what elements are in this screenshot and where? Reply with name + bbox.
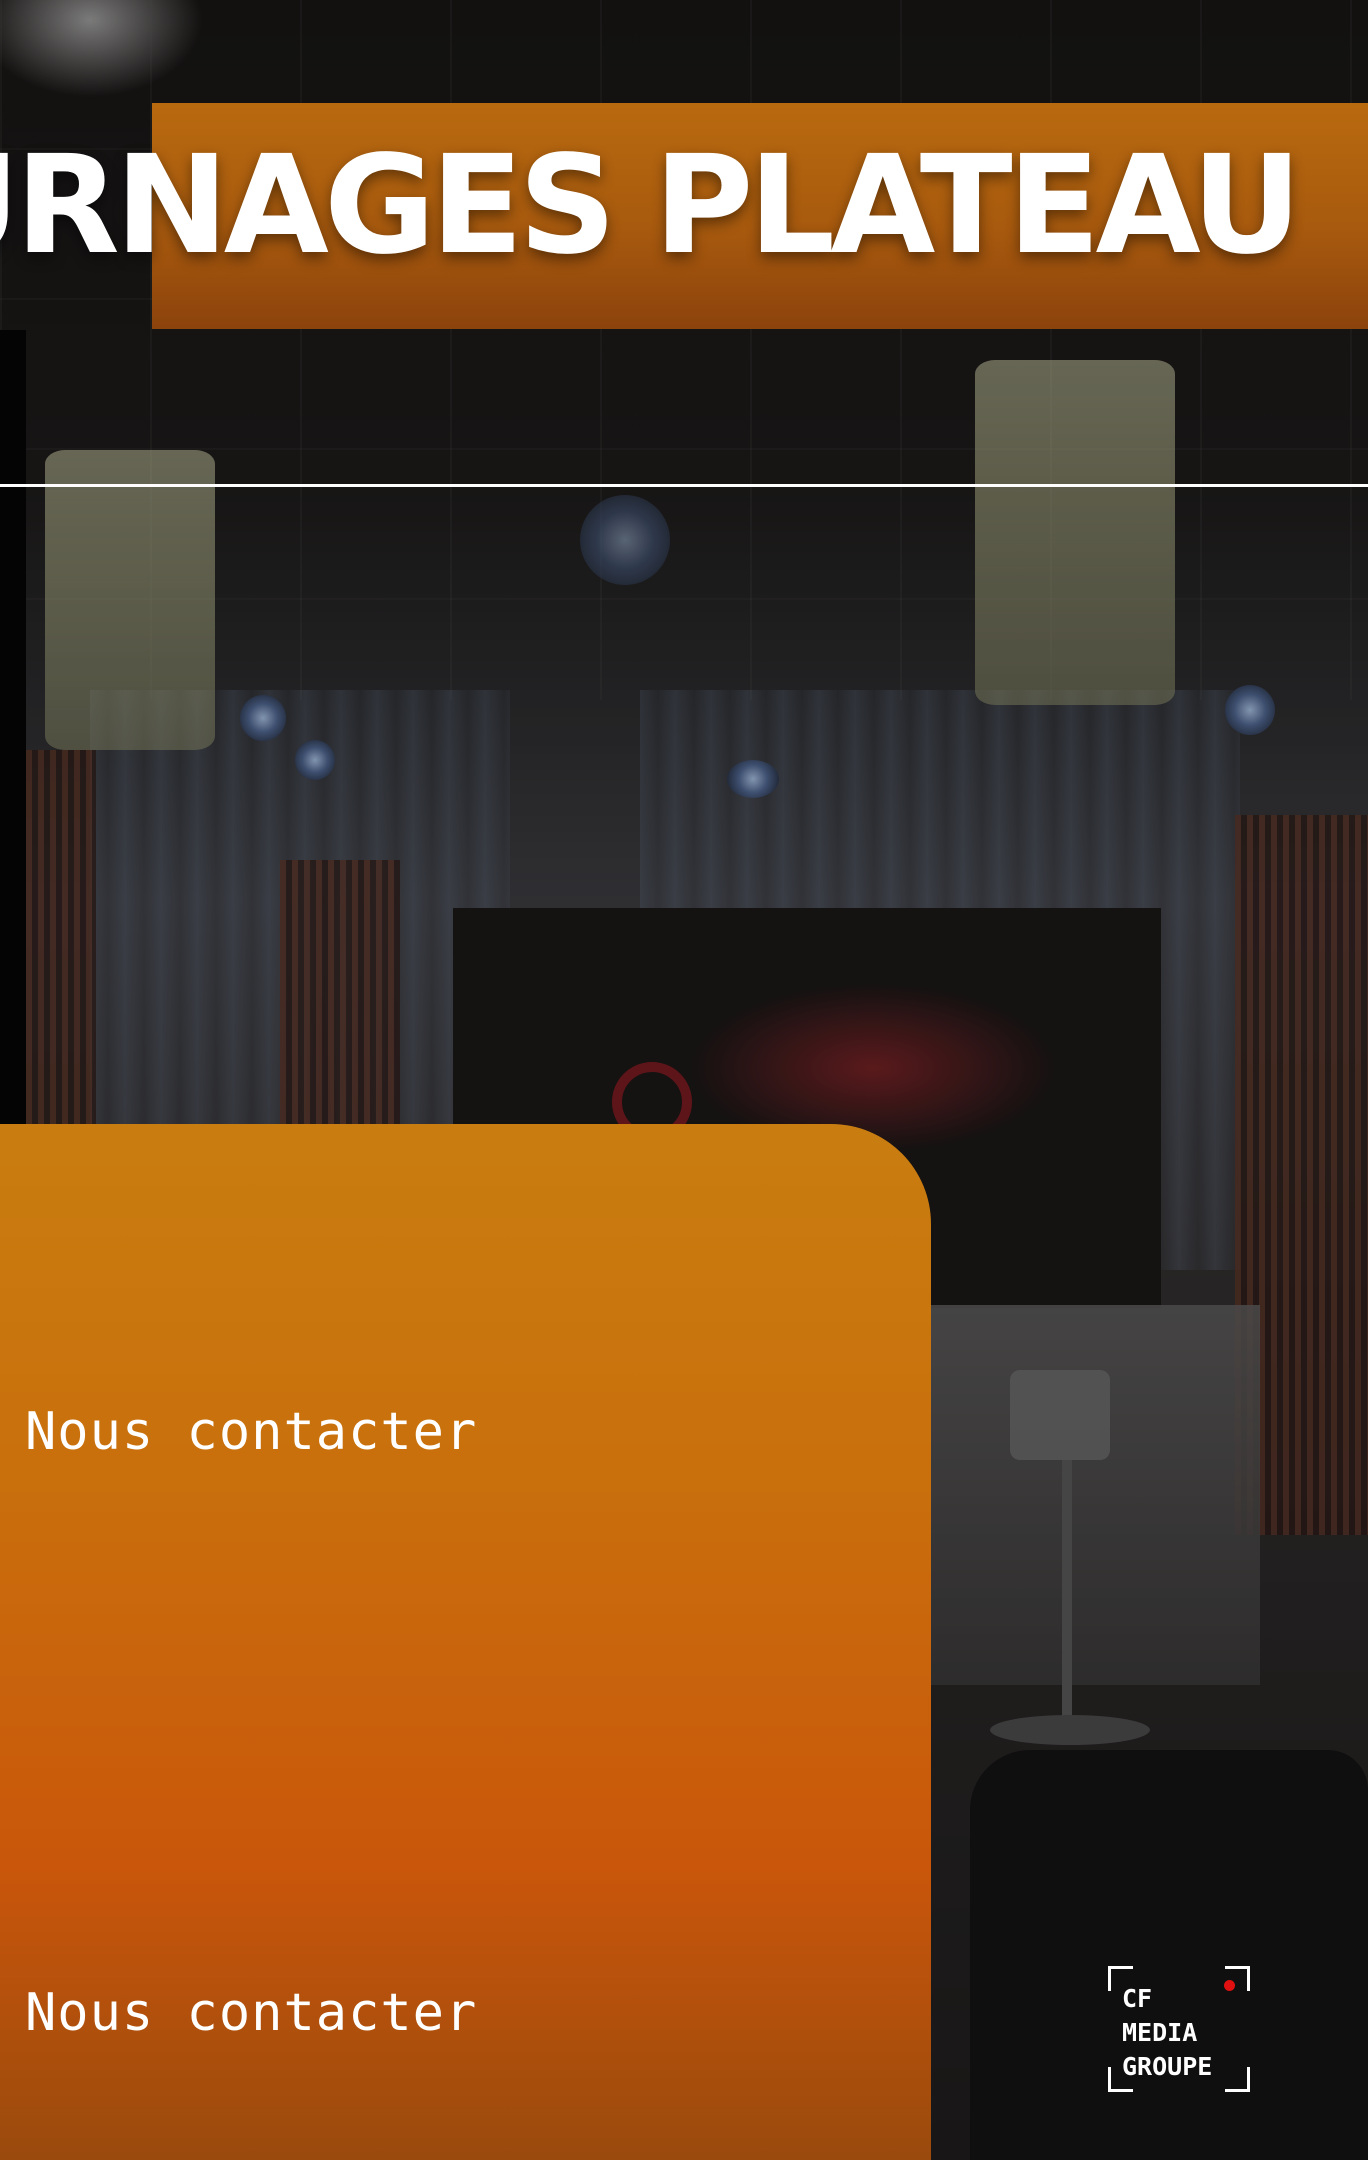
- page-title: URNAGES PLATEAU: [0, 127, 1302, 285]
- logo-text: CF MEDIA GROUPE: [1122, 1982, 1212, 2084]
- record-dot-icon: [1224, 1980, 1235, 1991]
- divider-line: [0, 484, 1368, 487]
- logo-frame-corner: [1225, 2067, 1250, 2092]
- contact-link-secondary[interactable]: Nous contacter: [25, 1983, 477, 2043]
- logo-line-2: MEDIA: [1122, 2018, 1198, 2047]
- page: URNAGES PLATEAU Nous contacter Nous cont…: [0, 0, 1368, 2160]
- logo-line-3: GROUPE: [1122, 2052, 1213, 2081]
- contact-link[interactable]: Nous contacter: [25, 1402, 477, 1462]
- cf-media-groupe-logo[interactable]: CF MEDIA GROUPE: [1108, 1966, 1250, 2092]
- logo-line-1: CF: [1122, 1984, 1153, 2013]
